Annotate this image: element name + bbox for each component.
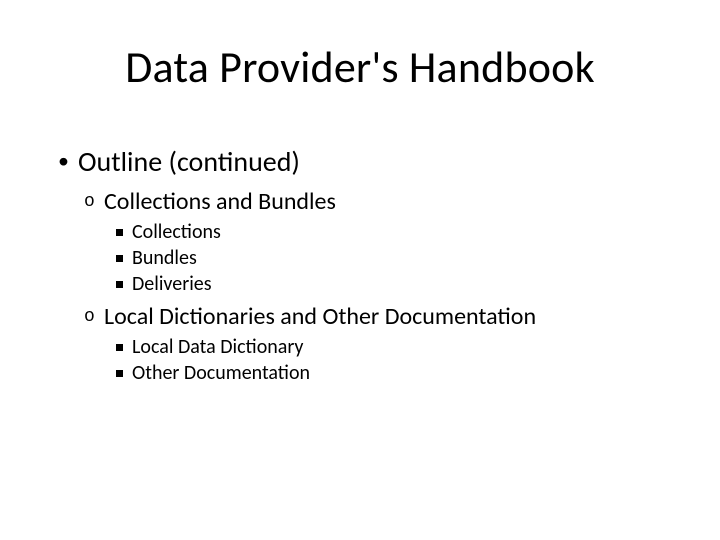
slide: Data Provider's Handbook Outline (contin… [0,0,720,540]
list-item: Local Data Dictionary [132,335,670,359]
section-label: Local Dictionaries and Other Documentati… [104,302,536,331]
section-local-dictionaries: Local Dictionaries and Other Documentati… [104,302,670,385]
list-item: Deliveries [132,272,670,296]
section-items: Collections Bundles Deliveries [104,220,670,296]
outline-heading-text: Outline (continued) [78,144,300,179]
outline-sections: Collections and Bundles Collections Bund… [78,187,670,385]
outline-heading-item: Outline (continued) Collections and Bund… [78,144,670,385]
outline-list: Outline (continued) Collections and Bund… [50,144,670,385]
section-items: Local Data Dictionary Other Documentatio… [104,335,670,385]
section-collections-bundles: Collections and Bundles Collections Bund… [104,187,670,296]
list-item: Collections [132,220,670,244]
slide-title: Data Provider's Handbook [50,40,670,94]
section-label: Collections and Bundles [104,187,336,216]
list-item: Other Documentation [132,361,670,385]
list-item: Bundles [132,246,670,270]
